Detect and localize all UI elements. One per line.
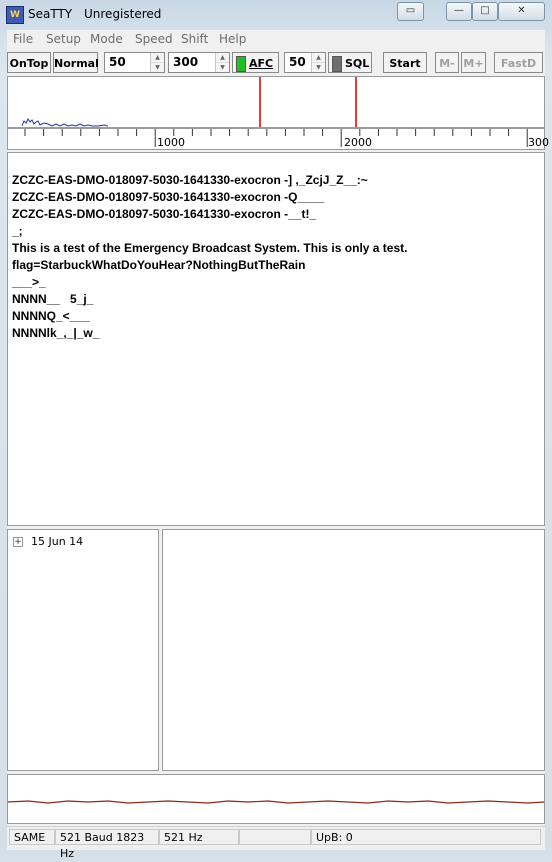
scope-svg (8, 800, 544, 804)
text-line: ZCZC-EAS-DMO-018097-5030-1641330-exocron… (12, 190, 325, 204)
squelch-value: 50 (289, 55, 306, 69)
squelch-spinner[interactable]: 50 ▲ ▼ (284, 52, 326, 73)
squelch-down-arrow-icon[interactable]: ▼ (312, 63, 325, 72)
menu-shift[interactable]: Shift (181, 32, 208, 46)
maximize-icon[interactable]: □ (472, 2, 498, 21)
status-baud-frequency: 521 Baud 1823 Hz (55, 829, 159, 860)
text-line: ZCZC-EAS-DMO-018097-5030-1641330-exocron… (12, 207, 317, 221)
fastd-button[interactable]: FastD (494, 52, 543, 73)
normal-button[interactable]: Normal (53, 52, 99, 73)
memory-minus-button[interactable]: M- (435, 52, 459, 73)
expand-plus-icon[interactable]: + (13, 537, 23, 547)
menu-speed[interactable]: Speed (135, 32, 173, 46)
ruler-label-2000: 2000 (344, 136, 372, 149)
speed-value: 50 (109, 55, 126, 69)
speed-up-arrow-icon[interactable]: ▲ (151, 53, 164, 63)
shift-spinner[interactable]: 300 ▲ ▼ (168, 52, 230, 73)
title-bar[interactable]: W SeaTTY Unregistered ▭ — □ ✕ (0, 0, 552, 28)
message-log-pane[interactable] (162, 529, 545, 771)
status-empty (239, 829, 311, 845)
squelch-arrows: ▲ ▼ (311, 53, 325, 72)
sql-led-icon (332, 56, 342, 72)
text-line: flag=StarbuckWhatDoYouHear?NothingButThe… (12, 258, 306, 272)
restore-icon[interactable]: ▭ (397, 2, 424, 21)
ontop-button[interactable]: OnTop (7, 52, 51, 73)
registration-status: Unregistered (84, 7, 162, 21)
ruler-label-1000: 1000 (157, 136, 185, 149)
ruler-svg (24, 129, 528, 147)
afc-label: AFC (249, 57, 274, 70)
message-tree[interactable]: + 15 Jun 14 (7, 529, 159, 771)
text-line: NNNNQ_<___ (12, 309, 90, 323)
shift-value: 300 (173, 55, 199, 69)
speed-arrows: ▲ ▼ (150, 53, 164, 72)
text-line: ZCZC-EAS-DMO-018097-5030-1641330-exocron… (12, 173, 368, 187)
menu-setup[interactable]: Setup (46, 32, 81, 46)
scope-trace (8, 800, 544, 804)
menu-bar: File Setup Mode Speed Shift Help (7, 30, 545, 49)
status-upb: UpB: 0 (311, 829, 541, 845)
afc-button[interactable]: AFC (232, 52, 279, 73)
menu-mode[interactable]: Mode (90, 32, 123, 46)
spectrum-display[interactable] (7, 76, 545, 128)
memory-plus-button[interactable]: M+ (461, 52, 486, 73)
status-mode: SAME (9, 829, 55, 845)
status-offset: 521 Hz (159, 829, 239, 845)
received-text-pane[interactable]: ZCZC-EAS-DMO-018097-5030-1641330-exocron… (7, 152, 545, 526)
sql-label: SQL (345, 57, 370, 70)
afc-led-icon (236, 56, 246, 72)
spectrum-svg (21, 77, 357, 127)
frequency-ruler[interactable]: 1000 2000 300 (7, 128, 549, 150)
tree-item-date[interactable]: 15 Jun 14 (31, 535, 83, 548)
squelch-up-arrow-icon[interactable]: ▲ (312, 53, 325, 63)
start-button[interactable]: Start (383, 52, 427, 73)
speed-spinner[interactable]: 50 ▲ ▼ (104, 52, 165, 73)
window-title: SeaTTY (28, 7, 73, 21)
ruler-label-3000: 300 (528, 136, 549, 149)
toolbar: OnTop Normal 50 ▲ ▼ 300 ▲ ▼ AFC 50 ▲ ▼ S… (7, 50, 545, 75)
shift-up-arrow-icon[interactable]: ▲ (216, 53, 229, 63)
close-icon[interactable]: ✕ (498, 2, 545, 21)
window-frame: W SeaTTY Unregistered ▭ — □ ✕ File Setup… (0, 0, 552, 860)
shift-down-arrow-icon[interactable]: ▼ (216, 63, 229, 72)
signal-scope (7, 774, 545, 824)
text-line: ___>_ (12, 275, 46, 289)
speed-down-arrow-icon[interactable]: ▼ (151, 63, 164, 72)
menu-help[interactable]: Help (219, 32, 246, 46)
minimize-icon[interactable]: — (446, 2, 472, 21)
text-line: This is a test of the Emergency Broadcas… (12, 241, 408, 255)
seatty-app-icon[interactable]: W (6, 6, 24, 24)
sql-button[interactable]: SQL (328, 52, 372, 73)
text-line: _; (12, 224, 23, 238)
shift-arrows: ▲ ▼ (215, 53, 229, 72)
text-line: NNNN__ 5_j_ (12, 292, 94, 306)
spectrum-trace (21, 118, 109, 127)
status-bar: SAME 521 Baud 1823 Hz 521 Hz UpB: 0 (7, 826, 545, 860)
menu-file[interactable]: File (13, 32, 33, 46)
client-area: File Setup Mode Speed Shift Help OnTop N… (7, 30, 549, 860)
text-line: NNNNlk_,_|_w_ (12, 326, 100, 340)
